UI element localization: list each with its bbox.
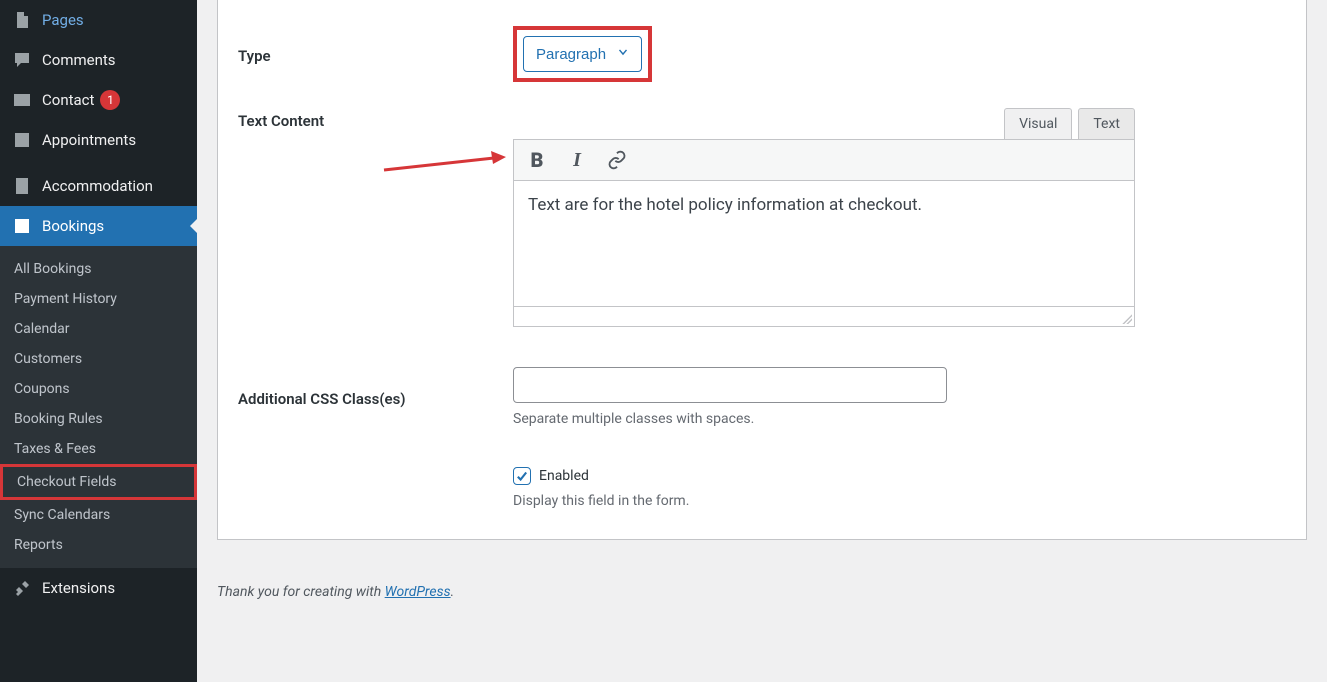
editor-tabs: Visual Text bbox=[513, 108, 1135, 140]
enabled-label: Enabled bbox=[539, 468, 589, 484]
submenu-calendar[interactable]: Calendar bbox=[0, 314, 197, 344]
sidebar-item-appointments[interactable]: Appointments bbox=[0, 120, 197, 160]
footer-credit: Thank you for creating with WordPress. bbox=[217, 584, 1307, 600]
type-label: Type bbox=[238, 43, 513, 65]
sidebar-item-extensions[interactable]: Extensions bbox=[0, 568, 197, 608]
footer-prefix: Thank you for creating with bbox=[217, 584, 385, 600]
building-icon bbox=[12, 176, 32, 196]
calendar-icon bbox=[12, 130, 32, 150]
enabled-spacer bbox=[238, 467, 513, 471]
sidebar-item-bookings[interactable]: Bookings bbox=[0, 206, 197, 246]
row-type: Type Paragraph bbox=[238, 0, 1286, 82]
sidebar-item-label: Comments bbox=[42, 51, 116, 69]
editor-statusbar[interactable] bbox=[513, 307, 1135, 327]
sidebar-item-comments[interactable]: Comments bbox=[0, 40, 197, 80]
submenu-checkout-fields[interactable]: Checkout Fields bbox=[0, 464, 197, 500]
footer-suffix: . bbox=[451, 584, 455, 600]
sidebar-item-label: Appointments bbox=[42, 131, 136, 149]
sidebar-item-contact[interactable]: Contact 1 bbox=[0, 80, 197, 120]
sidebar-item-label: Contact bbox=[42, 91, 94, 109]
submenu-booking-rules[interactable]: Booking Rules bbox=[0, 404, 197, 434]
sidebar-item-label: Bookings bbox=[42, 217, 104, 235]
enabled-description: Display this field in the form. bbox=[513, 493, 1286, 509]
css-classes-label: Additional CSS Class(es) bbox=[238, 386, 513, 408]
enabled-checkbox-row[interactable]: Enabled bbox=[513, 467, 1286, 485]
bookings-submenu: All Bookings Payment History Calendar Cu… bbox=[0, 246, 197, 568]
mail-icon bbox=[12, 90, 32, 110]
sidebar-item-label: Pages bbox=[42, 11, 84, 29]
sidebar-item-accommodation[interactable]: Accommodation bbox=[0, 166, 197, 206]
sidebar-item-label: Accommodation bbox=[42, 177, 153, 195]
sidebar-item-label: Extensions bbox=[42, 579, 115, 597]
submenu-sync-calendars[interactable]: Sync Calendars bbox=[0, 500, 197, 530]
row-text-content: Text Content Visual Text B I bbox=[238, 82, 1286, 327]
bold-button[interactable]: B bbox=[524, 147, 550, 173]
css-classes-description: Separate multiple classes with spaces. bbox=[513, 411, 1286, 427]
enabled-checkbox[interactable] bbox=[513, 467, 531, 485]
editor-toolbar: B I bbox=[513, 139, 1135, 181]
row-css-classes: Additional CSS Class(es) Separate multip… bbox=[238, 327, 1286, 427]
plug-icon bbox=[12, 578, 32, 598]
wordpress-link[interactable]: WordPress bbox=[385, 584, 451, 600]
comments-icon bbox=[12, 50, 32, 70]
pages-icon bbox=[12, 10, 32, 30]
calendar-icon bbox=[12, 216, 32, 236]
editor-textarea[interactable]: Text are for the hotel policy informatio… bbox=[513, 181, 1135, 307]
type-select[interactable]: Paragraph bbox=[523, 36, 642, 72]
submenu-reports[interactable]: Reports bbox=[0, 530, 197, 560]
annotation-arrow-icon bbox=[374, 148, 514, 178]
admin-sidebar: Pages Comments Contact 1 Appointments Ac… bbox=[0, 0, 197, 682]
row-enabled: Enabled Display this field in the form. bbox=[238, 427, 1286, 509]
main-content: Type Paragraph Text Content Visual bbox=[197, 0, 1327, 682]
text-content-label: Text Content bbox=[238, 108, 513, 130]
link-button[interactable] bbox=[604, 147, 630, 173]
submenu-customers[interactable]: Customers bbox=[0, 344, 197, 374]
italic-button[interactable]: I bbox=[564, 147, 590, 173]
tab-visual[interactable]: Visual bbox=[1004, 108, 1072, 140]
css-classes-input[interactable] bbox=[513, 367, 947, 403]
wysiwyg-editor: Visual Text B I Text are bbox=[513, 108, 1135, 327]
submenu-coupons[interactable]: Coupons bbox=[0, 374, 197, 404]
type-select-highlight: Paragraph bbox=[513, 26, 652, 82]
sidebar-item-pages[interactable]: Pages bbox=[0, 0, 197, 40]
submenu-payment-history[interactable]: Payment History bbox=[0, 284, 197, 314]
settings-panel: Type Paragraph Text Content Visual bbox=[217, 0, 1307, 540]
notification-badge: 1 bbox=[100, 90, 120, 110]
submenu-taxes-fees[interactable]: Taxes & Fees bbox=[0, 434, 197, 464]
submenu-all-bookings[interactable]: All Bookings bbox=[0, 254, 197, 284]
tab-text[interactable]: Text bbox=[1078, 108, 1135, 140]
